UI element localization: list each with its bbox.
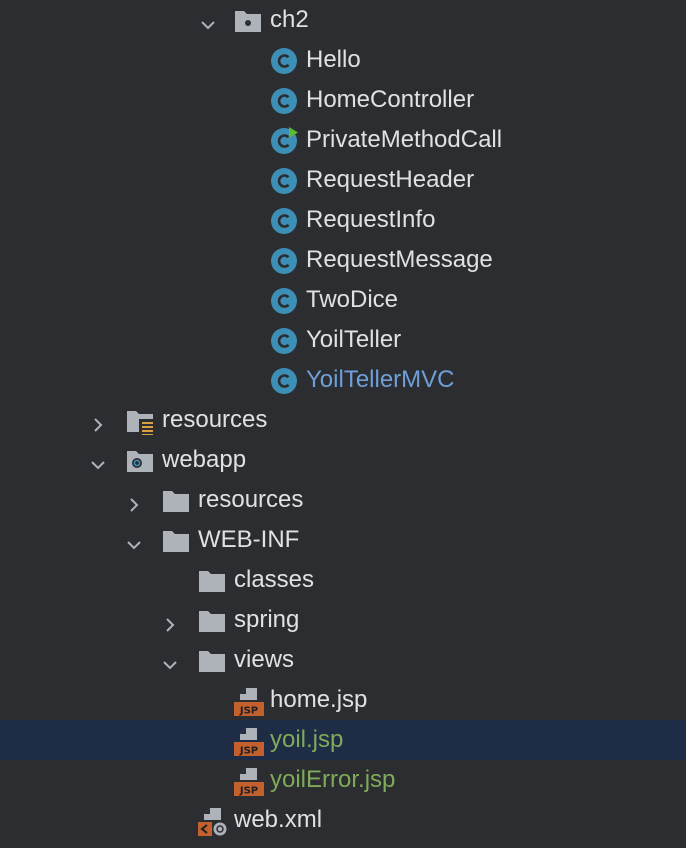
- tree-row-class-homecontroller[interactable]: HomeController: [0, 80, 686, 120]
- jsp-file-icon: JSP: [234, 727, 264, 757]
- tree-row-ch2-package[interactable]: ch2: [0, 0, 686, 40]
- chevron-right-icon[interactable]: [126, 492, 142, 512]
- chevron-down-icon[interactable]: [200, 12, 216, 30]
- class-icon: [270, 47, 298, 75]
- tree-row-label: YoilTellerMVC: [306, 366, 455, 393]
- tree-row-folder-classes[interactable]: classes: [0, 560, 686, 600]
- tree-row-label: resources: [162, 406, 268, 433]
- svg-text:JSP: JSP: [239, 786, 258, 797]
- svg-text:JSP: JSP: [239, 706, 258, 717]
- class-icon: [270, 207, 298, 235]
- xml-file-icon: [198, 807, 227, 836]
- tree-row-class-hello[interactable]: Hello: [0, 40, 686, 80]
- class-icon: [270, 247, 298, 275]
- svg-text:JSP: JSP: [239, 746, 258, 757]
- tree-row-label: resources: [198, 486, 304, 513]
- tree-row-label: ch2: [270, 6, 309, 33]
- tree-row-folder-views[interactable]: views: [0, 640, 686, 680]
- tree-row-label: RequestHeader: [306, 166, 475, 193]
- tree-row-class-yoiltellermvc[interactable]: YoilTellerMVC: [0, 360, 686, 400]
- folder-icon: [198, 607, 226, 635]
- class-icon: [270, 327, 298, 355]
- project-tree: ch2 Hello HomeController PrivateMethodCa…: [0, 0, 686, 848]
- tree-row-label: RequestMessage: [306, 246, 493, 273]
- tree-row-label: webapp: [162, 446, 247, 473]
- tree-row-label: spring: [234, 606, 300, 633]
- class-icon: [270, 287, 298, 315]
- tree-row-label: Hello: [306, 46, 361, 73]
- tree-row-label: classes: [234, 566, 315, 593]
- tree-row-folder-webapp[interactable]: webapp: [0, 440, 686, 480]
- tree-row-label: yoilError.jsp: [270, 766, 396, 793]
- chevron-down-icon[interactable]: [162, 652, 178, 670]
- chevron-right-icon[interactable]: [162, 612, 178, 632]
- tree-row-class-privatemethodcall[interactable]: PrivateMethodCall: [0, 120, 686, 160]
- class-icon: [270, 87, 298, 115]
- tree-row-label: RequestInfo: [306, 206, 436, 233]
- tree-row-file-yoil-jsp[interactable]: JSP yoil.jsp: [0, 720, 686, 760]
- tree-row-label: web.xml: [234, 806, 323, 833]
- folder-icon: [198, 647, 226, 675]
- tree-row-label: TwoDice: [306, 286, 399, 313]
- package-icon: [234, 7, 262, 35]
- tree-row-folder-resources[interactable]: resources: [0, 480, 686, 520]
- tree-row-label: PrivateMethodCall: [306, 126, 503, 153]
- chevron-down-icon[interactable]: [126, 532, 142, 550]
- tree-row-label: WEB-INF: [198, 526, 300, 553]
- tree-row-folder-web-inf[interactable]: WEB-INF: [0, 520, 686, 560]
- folder-icon: [198, 567, 226, 595]
- class-icon: [270, 367, 298, 395]
- jsp-file-icon: JSP: [234, 767, 264, 797]
- tree-row-folder-spring[interactable]: spring: [0, 600, 686, 640]
- web-folder-icon: [126, 447, 154, 475]
- tree-row-label: YoilTeller: [306, 326, 402, 353]
- tree-row-label: home.jsp: [270, 686, 368, 713]
- tree-row-label: HomeController: [306, 86, 475, 113]
- class-icon: [270, 167, 298, 195]
- runnable-class-icon: [270, 127, 298, 155]
- tree-row-class-requestmessage[interactable]: RequestMessage: [0, 240, 686, 280]
- tree-row-class-requestheader[interactable]: RequestHeader: [0, 160, 686, 200]
- tree-row-class-twodice[interactable]: TwoDice: [0, 280, 686, 320]
- jsp-file-icon: JSP: [234, 687, 264, 717]
- tree-row-file-web-xml[interactable]: web.xml: [0, 800, 686, 840]
- resources-folder-icon: [126, 407, 155, 436]
- chevron-right-icon[interactable]: [90, 412, 106, 432]
- tree-row-class-requestinfo[interactable]: RequestInfo: [0, 200, 686, 240]
- folder-icon: [162, 527, 190, 555]
- tree-row-file-home-jsp[interactable]: JSP home.jsp: [0, 680, 686, 720]
- chevron-down-icon[interactable]: [90, 452, 106, 470]
- tree-row-file-yoilerror-jsp[interactable]: JSP yoilError.jsp: [0, 760, 686, 800]
- tree-row-label: yoil.jsp: [270, 726, 344, 753]
- tree-row-label: views: [234, 646, 295, 673]
- folder-icon: [162, 487, 190, 515]
- tree-row-folder-resources[interactable]: resources: [0, 400, 686, 440]
- tree-row-class-yoilteller[interactable]: YoilTeller: [0, 320, 686, 360]
